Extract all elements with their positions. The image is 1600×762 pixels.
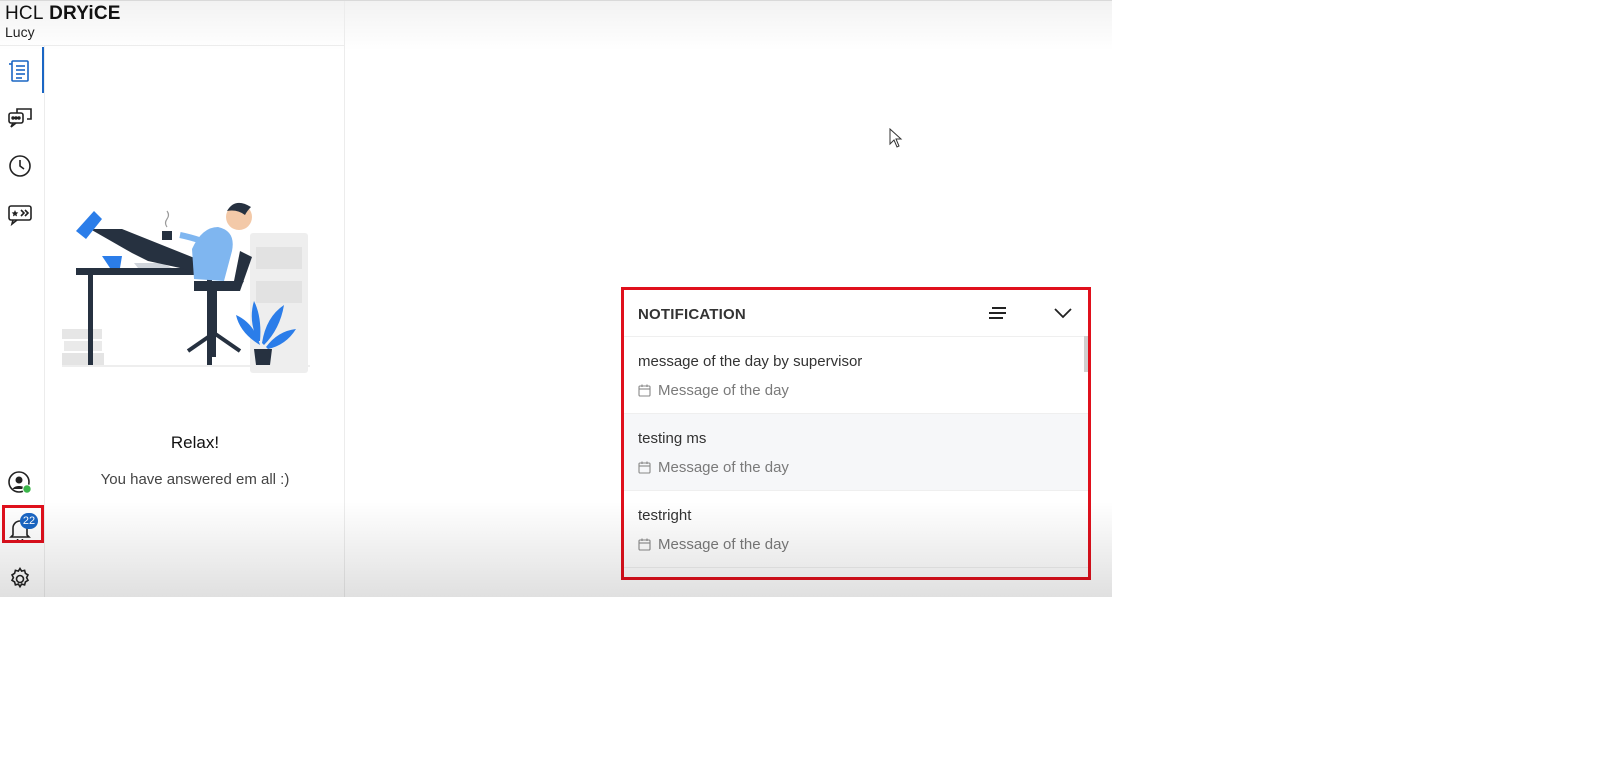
illustration-cabinet-drawer bbox=[256, 281, 302, 303]
brand-logo-prefix: HCL bbox=[5, 3, 44, 24]
illustration-book bbox=[62, 329, 102, 339]
user-status-icon bbox=[8, 471, 32, 494]
illustration-chair-base bbox=[186, 330, 242, 357]
chevron-down-icon[interactable] bbox=[1052, 302, 1074, 324]
header-divider bbox=[0, 45, 344, 46]
highlight-box-bell bbox=[2, 505, 44, 543]
active-tab-indicator bbox=[42, 47, 44, 93]
empty-state-subtitle: You have answered em all :) bbox=[100, 471, 290, 488]
illustration-small-pot bbox=[102, 256, 122, 268]
notification-item[interactable]: testing ms Message of the day bbox=[624, 414, 1088, 491]
brand-logo: HCL DRYiCE bbox=[5, 4, 121, 23]
sidebar-item-tasks[interactable] bbox=[5, 56, 35, 86]
sidebar-item-settings[interactable] bbox=[5, 564, 35, 594]
panel-divider bbox=[344, 1, 345, 597]
filter-lines-icon[interactable] bbox=[986, 302, 1010, 324]
app-window: HCL DRYiCE Lucy 22 Relax! You have answe… bbox=[0, 0, 1112, 597]
illustration-chair-back bbox=[232, 251, 252, 291]
notification-item-category: Message of the day bbox=[638, 382, 789, 399]
notification-item-category-label: Message of the day bbox=[658, 536, 789, 553]
sidebar-item-chat[interactable] bbox=[5, 103, 35, 133]
illustration-shirt bbox=[192, 227, 233, 281]
rating-bubble-icon bbox=[8, 205, 32, 227]
notification-panel: NOTIFICATION message of the day by super… bbox=[621, 287, 1091, 580]
sidebar-item-history[interactable] bbox=[5, 151, 35, 181]
gear-icon bbox=[10, 566, 30, 589]
illustration-plant-pot bbox=[254, 349, 272, 365]
illustration-shoes bbox=[76, 211, 102, 239]
illustration-book bbox=[64, 341, 102, 351]
calendar-icon bbox=[638, 384, 651, 397]
sidebar-item-agent-status[interactable] bbox=[5, 468, 35, 498]
illustration-cabinet-drawer bbox=[256, 247, 302, 269]
illustration-arm bbox=[179, 232, 203, 244]
illustration-desk-leg bbox=[88, 275, 93, 365]
illustration-floor bbox=[62, 365, 310, 367]
clock-icon bbox=[9, 155, 31, 177]
relax-illustration bbox=[62, 202, 310, 373]
brand-logo-name: DRYiCE bbox=[49, 3, 121, 24]
notification-item[interactable]: testright Message of the day bbox=[624, 491, 1088, 568]
illustration-book bbox=[62, 353, 104, 365]
user-name: Lucy bbox=[5, 24, 35, 40]
brand: HCL DRYiCE Lucy bbox=[5, 4, 121, 39]
mouse-cursor-icon bbox=[889, 128, 903, 148]
notification-item-category: Message of the day bbox=[638, 536, 789, 553]
notification-item[interactable]: message of the day by supervisor Message… bbox=[624, 337, 1088, 414]
notification-header: NOTIFICATION bbox=[624, 290, 1088, 337]
notification-item-category-label: Message of the day bbox=[658, 459, 789, 476]
chat-bubbles-icon bbox=[8, 108, 32, 128]
notification-item-title: message of the day by supervisor bbox=[638, 353, 863, 370]
notification-item-category: Message of the day bbox=[638, 459, 789, 476]
illustration-chair-post bbox=[212, 291, 217, 333]
empty-state-title: Relax! bbox=[170, 433, 220, 452]
notification-title: NOTIFICATION bbox=[638, 306, 746, 323]
top-shade bbox=[0, 1, 1112, 51]
illustration-cup bbox=[162, 231, 172, 240]
task-list-icon bbox=[9, 60, 29, 82]
notification-item-title: testing ms bbox=[638, 430, 707, 447]
notification-item-title: testright bbox=[638, 507, 692, 524]
calendar-icon bbox=[638, 538, 651, 551]
illustration-steam bbox=[164, 210, 170, 228]
sidebar-divider bbox=[44, 45, 45, 597]
notification-item-category-label: Message of the day bbox=[658, 382, 789, 399]
calendar-icon bbox=[638, 461, 651, 474]
sidebar-item-ratings[interactable] bbox=[5, 199, 35, 229]
